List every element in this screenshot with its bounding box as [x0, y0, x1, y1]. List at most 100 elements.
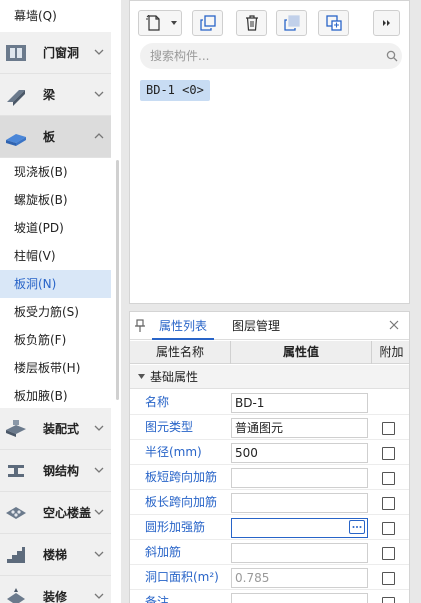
property-value-long-span-rebar[interactable] [231, 493, 368, 513]
caret-down-icon [171, 21, 177, 25]
copy-button[interactable] [192, 10, 223, 36]
nav-subitem-slab-hole[interactable]: 板洞(N) [0, 270, 111, 298]
pin-icon[interactable] [135, 319, 145, 333]
extra-checkbox[interactable] [382, 422, 395, 435]
tab-layer-management[interactable]: 图层管理 [225, 312, 287, 340]
property-value-radius[interactable]: 500 [231, 443, 368, 463]
extra-checkbox[interactable] [382, 547, 395, 560]
property-value-circular-rebar[interactable] [231, 518, 368, 538]
new-component-button[interactable] [138, 10, 182, 36]
chevron-up-icon [94, 133, 104, 139]
nav-group-label: 空心楼盖 [43, 506, 92, 520]
property-name: 斜加筋 [145, 545, 182, 559]
property-value-short-span-rebar[interactable] [231, 468, 368, 488]
property-tabs: 属性列表 图层管理 [130, 312, 409, 340]
nav-group-steel[interactable]: 钢结构 [0, 450, 111, 492]
extra-checkbox[interactable] [382, 472, 395, 485]
property-row-circular-rebar: 圆形加强筋 [130, 515, 409, 540]
chevron-down-icon [94, 467, 104, 473]
nav-group-label: 装修 [43, 590, 68, 603]
ellipsis-icon [352, 526, 362, 528]
layer-copy-button[interactable] [318, 10, 349, 36]
steel-structure-icon [8, 465, 24, 477]
collapse-triangle-icon [138, 374, 145, 379]
beam-icon [7, 90, 25, 106]
nav-group-prefab[interactable]: 装配式 [0, 408, 111, 450]
property-value-diagonal-rebar[interactable] [231, 543, 368, 563]
column-header-name: 属性名称 [155, 345, 204, 359]
nav-group-door-window[interactable]: 门窗洞 [0, 32, 111, 74]
property-value-hole-area: 0.785 [231, 568, 368, 588]
extra-checkbox[interactable] [382, 522, 395, 535]
property-row-element-type: 图元类型 普通图元 [130, 415, 409, 440]
nav-group-label: 装配式 [43, 422, 80, 436]
property-row-remark: 备注 [130, 590, 409, 603]
ellipsis-button[interactable] [349, 520, 365, 534]
property-panel: 属性列表 图层管理 属性名称 属性值 附加 基础属性 名称 BD-1 图元类型 … [129, 311, 410, 603]
property-section-basic[interactable]: 基础属性 [130, 365, 409, 389]
extra-checkbox[interactable] [382, 597, 395, 603]
nav-subitem-slab-haunch[interactable]: 板加腋(B) [0, 382, 111, 410]
chevron-down-icon [94, 593, 104, 599]
property-name: 备注 [145, 595, 170, 603]
component-item-bd-1[interactable]: BD-1 <0> [140, 80, 210, 101]
door-window-icon [6, 45, 26, 61]
new-component-icon [146, 15, 160, 31]
delete-button[interactable] [236, 10, 267, 36]
property-name: 圆形加强筋 [145, 520, 206, 534]
property-value-remark[interactable] [231, 593, 368, 603]
nav-subitem-column-cap[interactable]: 柱帽(V) [0, 242, 111, 270]
chevron-down-icon [94, 509, 104, 515]
extra-checkbox[interactable] [382, 572, 395, 585]
chevron-down-icon [94, 425, 104, 431]
duplicate-layer-button[interactable] [276, 10, 307, 36]
chevron-down-icon [94, 91, 104, 97]
chevron-down-icon [94, 49, 104, 55]
tab-property-list[interactable]: 属性列表 [152, 312, 214, 340]
prefab-icon [6, 420, 26, 437]
property-value-element-type[interactable]: 普通图元 [231, 418, 368, 438]
property-row-name: 名称 BD-1 [130, 390, 409, 415]
property-row-hole-area: 洞口面积(m²) 0.785 [130, 565, 409, 590]
property-row-short-span-rebar: 板短跨向加筋 [130, 465, 409, 490]
stair-icon [7, 547, 25, 563]
property-name: 板短跨向加筋 [145, 470, 218, 484]
nav-group-beam[interactable]: 梁 [0, 74, 111, 116]
delete-icon [246, 15, 258, 31]
copy-icon [200, 15, 216, 31]
property-table-header: 属性名称 属性值 附加 [130, 341, 409, 364]
expand-more-icon [383, 20, 390, 26]
close-icon[interactable] [389, 320, 399, 330]
nav-group-stair[interactable]: 楼梯 [0, 534, 111, 576]
nav-group-label: 板 [43, 130, 56, 144]
nav-item-curtain-wall[interactable]: 幕墙(Q) [0, 0, 111, 32]
component-search-input[interactable] [150, 47, 370, 65]
component-list-panel: BD-1 <0> [129, 0, 410, 304]
nav-scrollbar[interactable] [116, 160, 119, 400]
nav-group-decoration[interactable]: 装修 [0, 576, 111, 603]
nav-subitem-slab-strip[interactable]: 楼层板带(H) [0, 354, 111, 382]
nav-group-hollow-floor[interactable]: 空心楼盖 [0, 492, 111, 534]
nav-subitem-slab-rebar[interactable]: 板受力筋(S) [0, 298, 111, 326]
search-icon[interactable] [386, 50, 398, 62]
nav-subitem-ramp[interactable]: 坡道(PD) [0, 214, 111, 242]
nav-group-label: 门窗洞 [43, 46, 80, 60]
nav-group-label: 梁 [43, 88, 56, 102]
property-value-name[interactable]: BD-1 [231, 393, 368, 413]
nav-subitem-cast-slab[interactable]: 现浇板(B) [0, 158, 111, 186]
chevron-down-icon [94, 551, 104, 557]
nav-subitem-negative-rebar[interactable]: 板负筋(F) [0, 326, 111, 354]
property-row-diagonal-rebar: 斜加筋 [130, 540, 409, 565]
slab-icon [6, 134, 26, 146]
extra-checkbox[interactable] [382, 497, 395, 510]
column-header-extra: 附加 [371, 341, 409, 364]
more-tools-button[interactable] [373, 10, 400, 36]
nav-group-slab[interactable]: 板 [0, 116, 111, 158]
decoration-icon [7, 588, 25, 603]
property-row-radius: 半径(mm) 500 [130, 440, 409, 465]
extra-checkbox[interactable] [382, 447, 395, 460]
property-row-long-span-rebar: 板长跨向加筋 [130, 490, 409, 515]
column-header-value: 属性值 [230, 341, 371, 364]
nav-subitem-spiral-slab[interactable]: 螺旋板(B) [0, 186, 111, 214]
property-name: 板长跨向加筋 [145, 495, 218, 509]
